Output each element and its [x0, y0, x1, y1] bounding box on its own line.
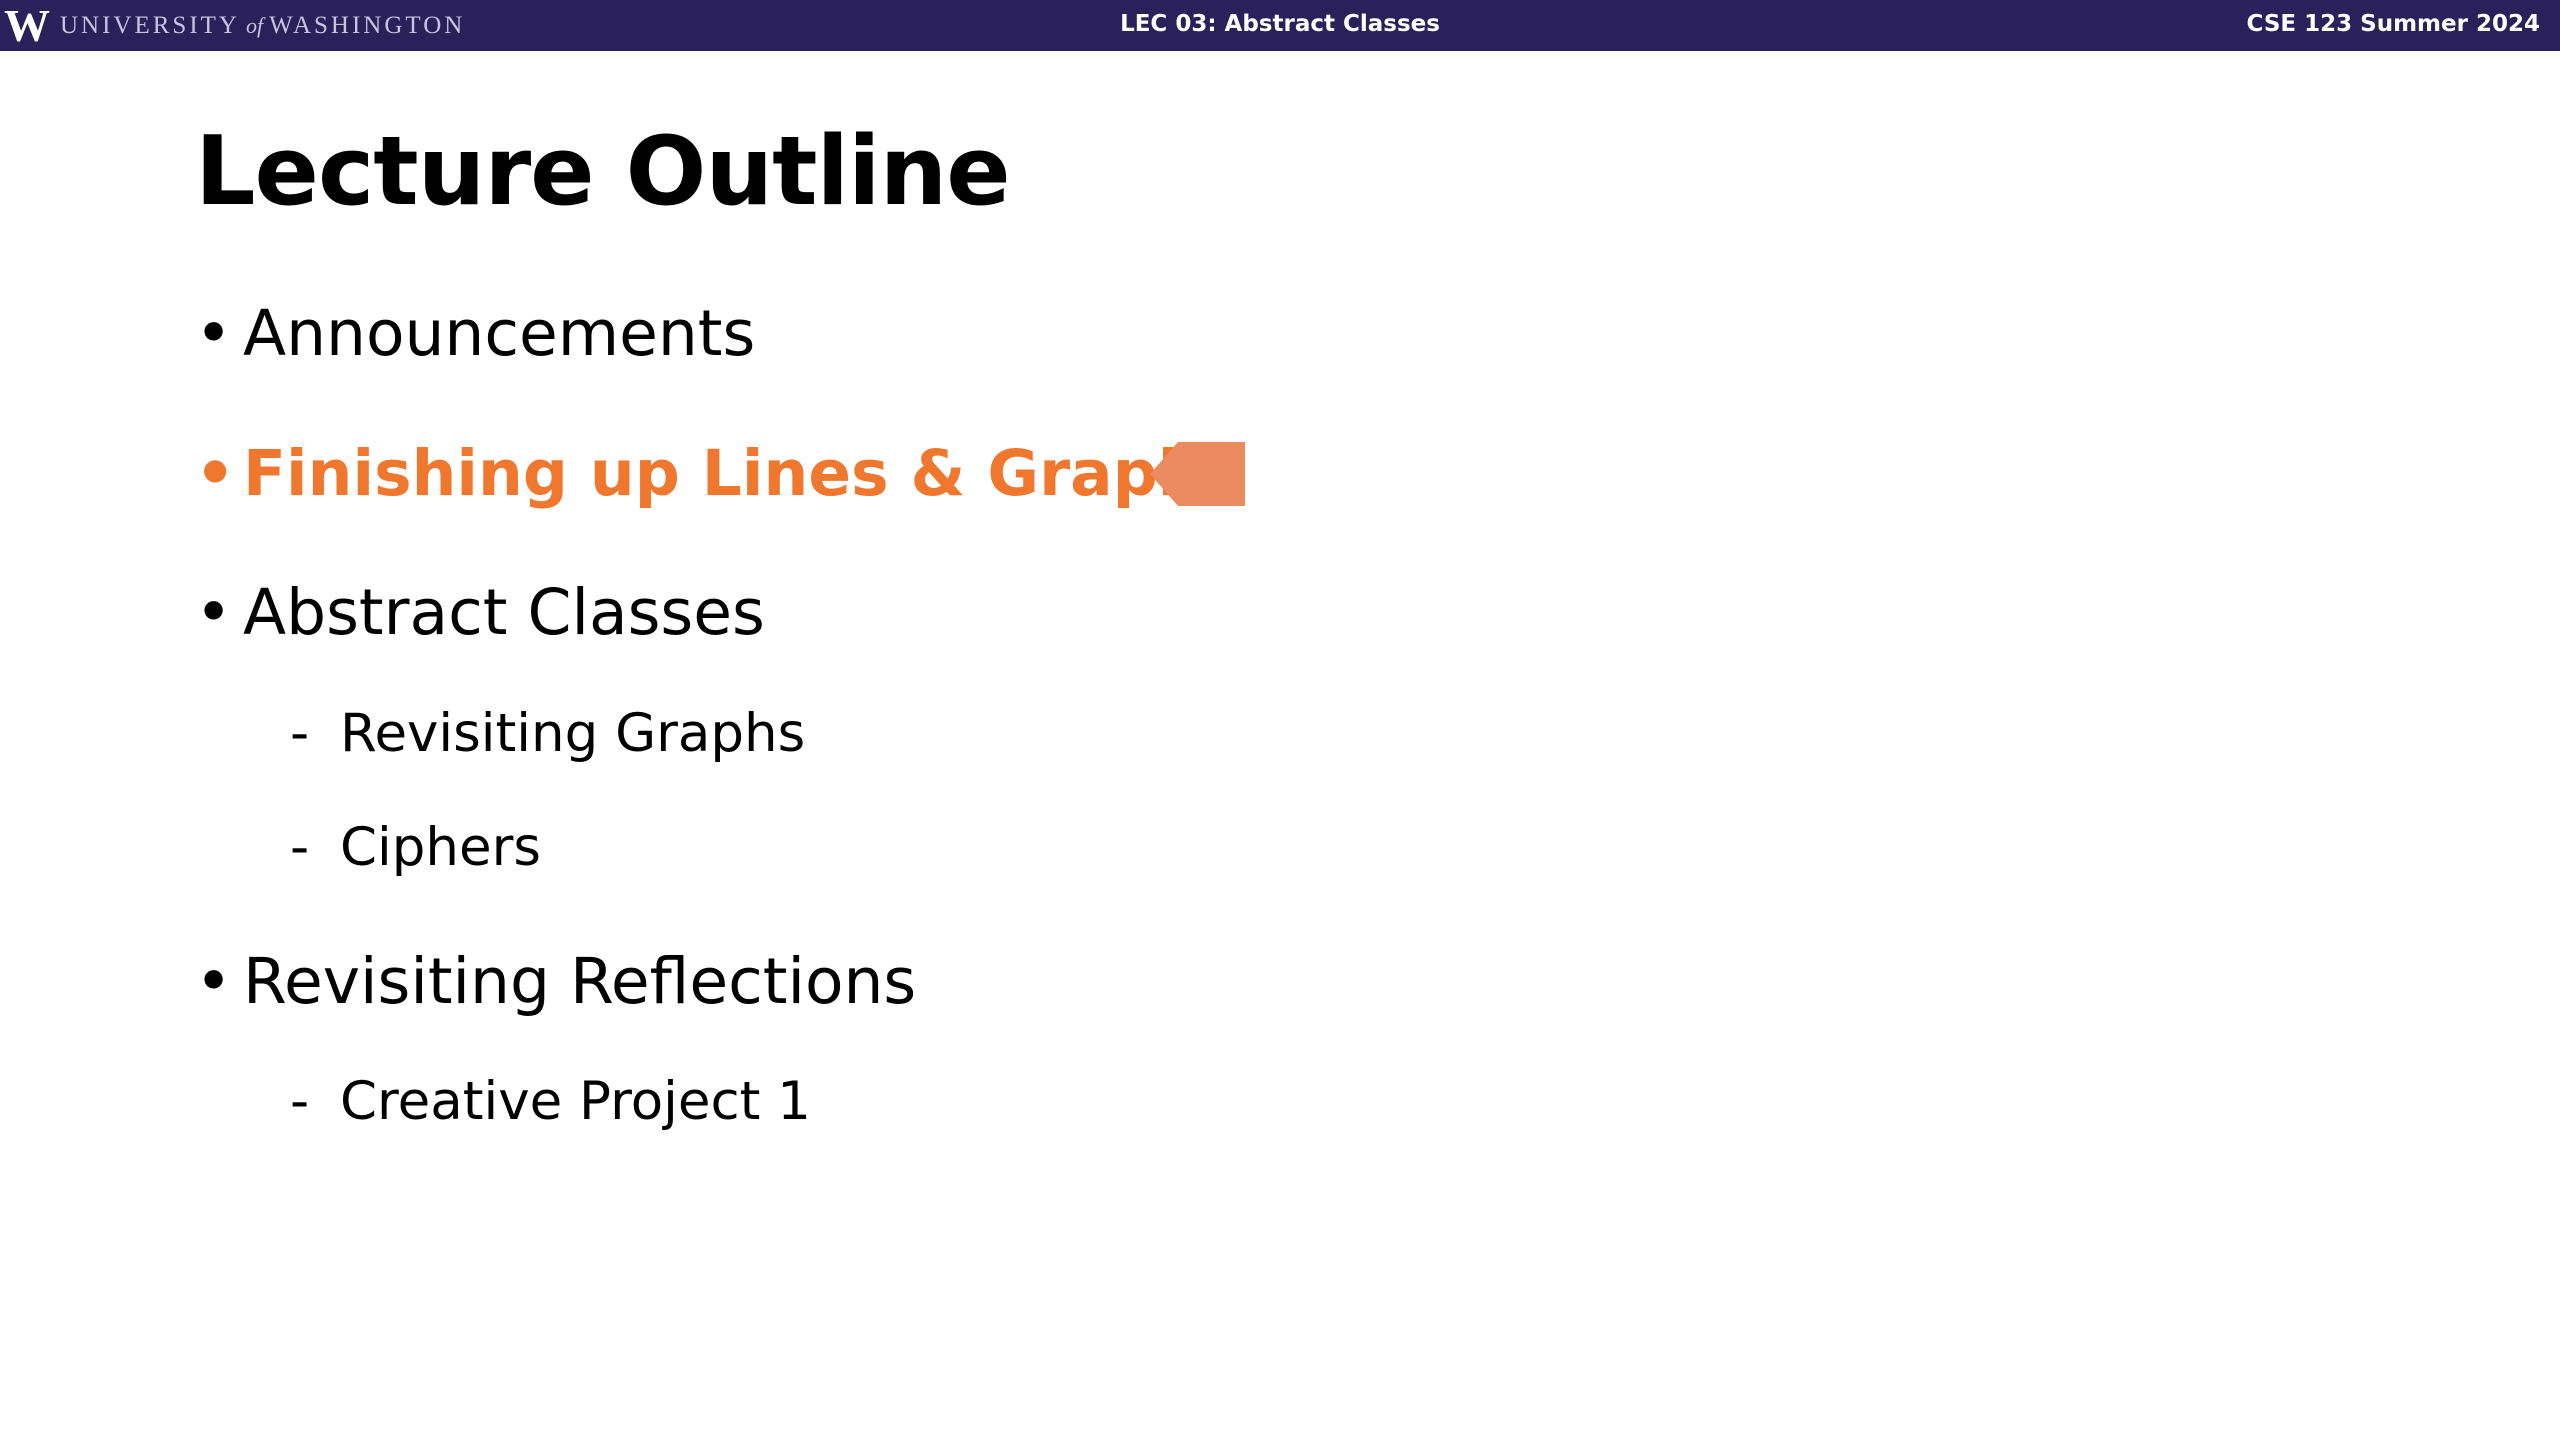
- outline-item-label: Revisiting Reflections: [243, 945, 917, 1018]
- header-bar: W UNIVERSITY of WASHINGTON LEC 03: Abstrac…: [0, 0, 2560, 51]
- outline-item-label: Finishing up Lines & Graphs: [243, 437, 1241, 510]
- slide: W UNIVERSITY of WASHINGTON LEC 03: Abstrac…: [0, 0, 2560, 1440]
- course-title: CSE 123 Summer 2024: [2246, 11, 2540, 37]
- outline-item-label: Ciphers: [340, 817, 541, 878]
- bullet-marker: •: [195, 945, 233, 1018]
- bullet-marker: •: [195, 437, 236, 510]
- dash-marker: -: [290, 1071, 310, 1132]
- bullet-marker: •: [195, 576, 233, 649]
- lecture-title: LEC 03: Abstract Classes: [1120, 11, 1440, 37]
- outline-item-label: Abstract Classes: [243, 576, 765, 649]
- arrow-left-icon: [1150, 442, 1245, 506]
- dash-marker: -: [290, 703, 310, 764]
- bullet-marker: •: [195, 297, 233, 370]
- outline-item-label: Creative Project 1: [340, 1071, 811, 1132]
- slide-title: Lecture Outline: [195, 117, 1011, 227]
- dash-marker: -: [290, 817, 310, 878]
- outline-item-label: Revisiting Graphs: [340, 703, 806, 764]
- outline-item-label: Announcements: [243, 297, 756, 370]
